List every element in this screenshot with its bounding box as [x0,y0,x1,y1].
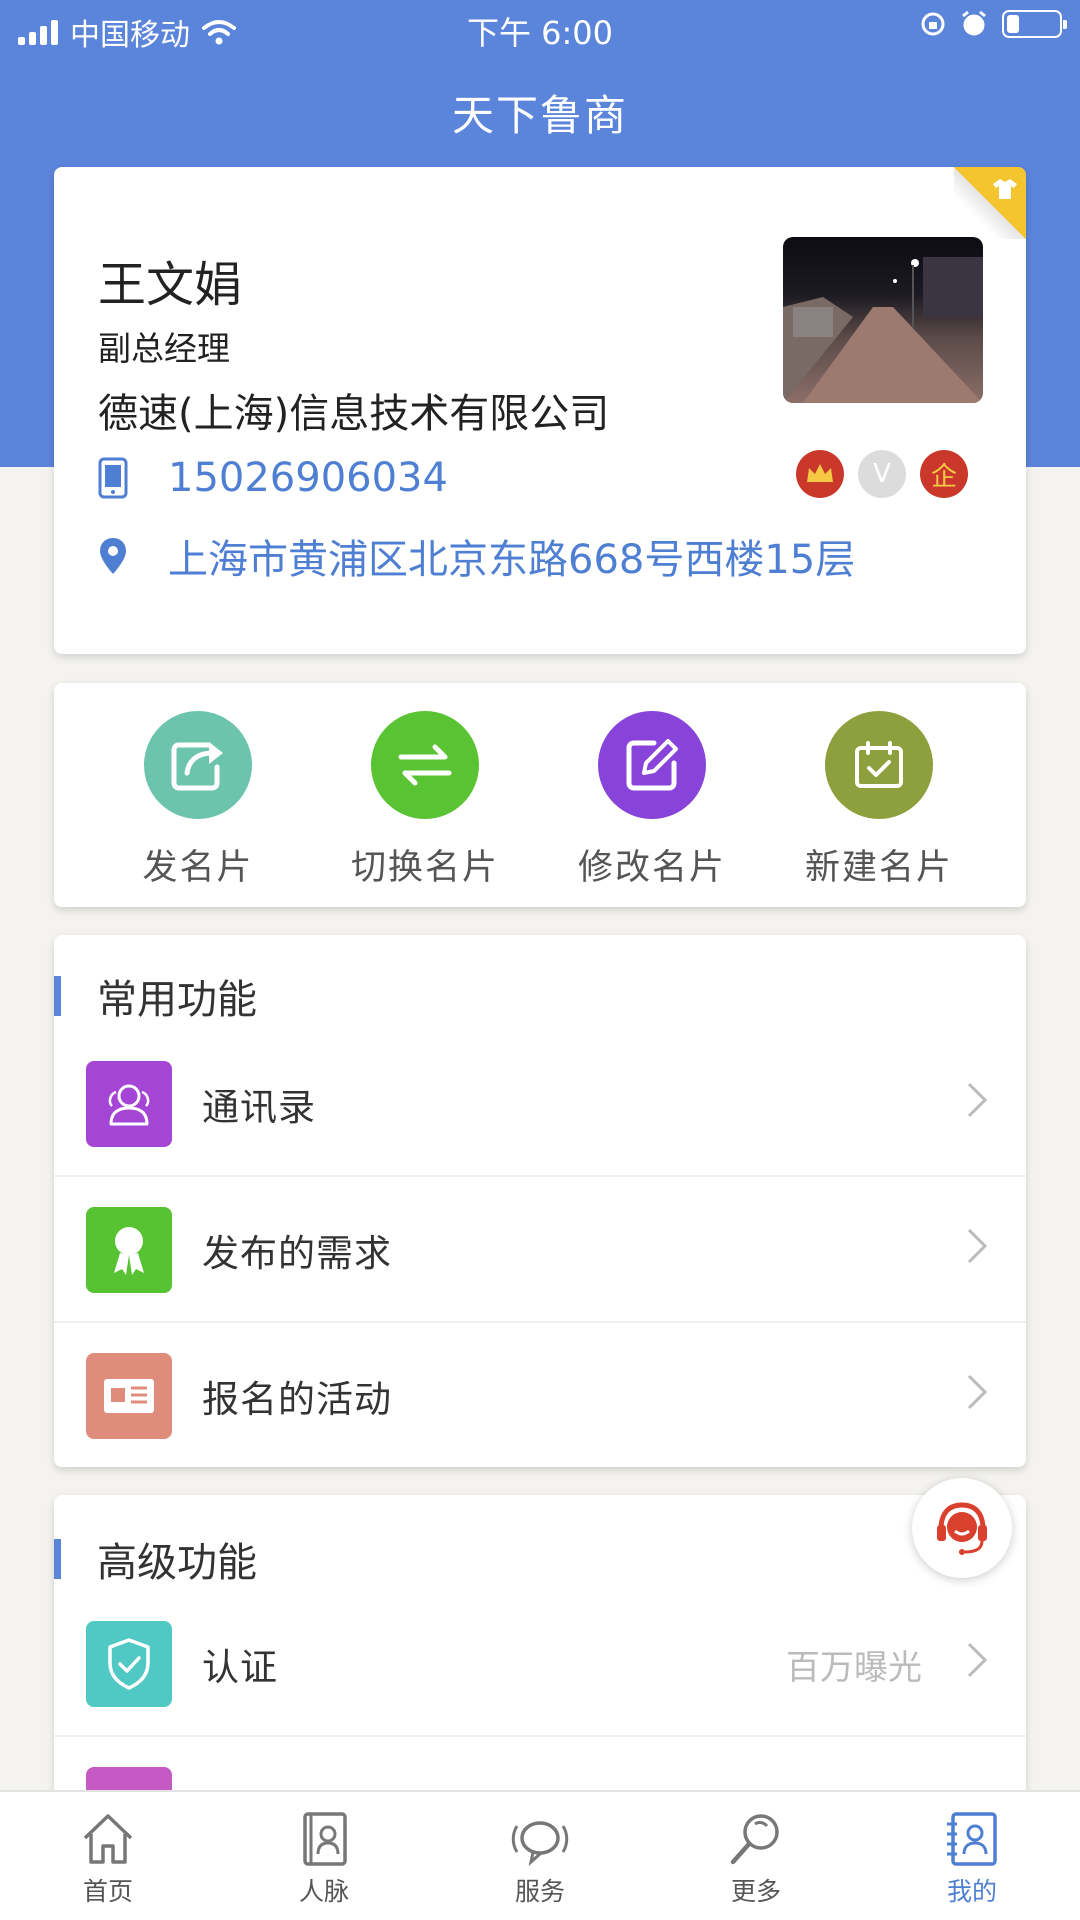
chevron-right-icon [967,1082,988,1118]
chevron-right-icon [967,1228,988,1264]
profile-name: 王文娟 [98,257,243,313]
edit-card-button[interactable]: 修改名片 [562,711,742,890]
send-card-button[interactable]: 发名片 [108,711,288,890]
enterprise-badge: 企 [920,450,968,498]
chevron-right-icon [967,1374,988,1410]
switch-card-label: 切换名片 [350,848,499,888]
profile-position: 副总经理 [98,329,230,368]
published-needs-label: 发布的需求 [202,1232,392,1275]
phone-number[interactable]: 15026906034 [168,455,448,501]
switch-card-button[interactable]: 切换名片 [335,711,515,890]
alarm-icon [962,10,986,36]
address-text[interactable]: 上海市黄浦区北京东路668号西楼15层 [168,527,855,585]
phone-row[interactable]: 15026906034 [98,455,448,501]
ribbon-icon [86,1207,172,1293]
avatar[interactable] [783,237,983,403]
edit-card-label: 修改名片 [577,848,726,888]
section-header: 常用功能 [54,971,257,1023]
tab-home[interactable]: 首页 [48,1810,168,1908]
tab-home-label: 首页 [82,1877,133,1906]
verified-v-badge: V [858,450,906,498]
send-card-label: 发名片 [142,848,254,888]
id-card-icon [86,1353,172,1439]
published-needs-list-item[interactable]: 发布的需求 [54,1177,1026,1323]
section-accent-bar [54,1539,61,1579]
registered-events-label: 报名的活动 [202,1378,392,1421]
search-icon [730,1814,779,1865]
chevron-right-icon [967,1642,988,1678]
tab-services[interactable]: 服务 [480,1810,600,1908]
card-actions: 发名片 切换名片 修改名片 新建名片 [54,683,1026,907]
status-bar: 中国移动 下午 6:00 [0,0,1080,56]
shield-check-icon [86,1621,172,1707]
tab-more[interactable]: 更多 [696,1810,816,1908]
battery-icon [1002,10,1067,38]
tab-mine[interactable]: 我的 [912,1810,1032,1908]
share-icon [144,711,252,819]
customer-service-button[interactable] [912,1478,1012,1578]
bottom-tab-bar: 首页 人脉 服务 更多 我的 [0,1790,1080,1920]
profile-card-icon [947,1812,997,1866]
rotation-lock-icon [921,12,945,36]
tab-contacts-label: 人脉 [298,1877,349,1906]
tab-contacts[interactable]: 人脉 [264,1810,384,1908]
registered-events-list-item[interactable]: 报名的活动 [54,1323,1026,1469]
contacts-label: 通讯录 [202,1086,316,1129]
v-badge-text: V [873,459,891,489]
common-functions-section: 常用功能 通讯录 发布的需求 报名的活动 [54,935,1026,1467]
home-icon [83,1814,133,1864]
mobile-phone-icon [98,457,128,499]
certification-promo-text: 百万曝光 [786,1647,922,1688]
crown-icon [796,450,844,498]
badge-group: V 企 [796,450,968,498]
tab-services-label: 服务 [514,1877,565,1906]
location-pin-icon [100,538,126,574]
edit-icon [598,711,706,819]
shirt-corner-icon[interactable] [954,167,1026,239]
page-title: 天下鲁商 [451,91,628,140]
profile-company: 德速(上海)信息技术有限公司 [98,391,610,437]
headset-icon [937,1502,987,1555]
section-header: 高级功能 [54,1534,257,1586]
new-card-button[interactable]: 新建名片 [789,711,969,890]
certification-list-item[interactable]: 认证 百万曝光 [54,1591,1026,1737]
section-accent-bar [54,976,61,1016]
advanced-functions-title: 高级功能 [97,1540,257,1586]
new-card-label: 新建名片 [804,848,953,888]
tab-more-label: 更多 [730,1877,781,1906]
enterprise-badge-text: 企 [930,461,957,492]
certification-label: 认证 [202,1646,278,1689]
contacts-list-item[interactable]: 通讯录 [54,1031,1026,1177]
common-functions-title: 常用功能 [97,977,257,1023]
speech-bubble-icon [511,1821,569,1867]
calendar-check-icon [825,711,933,819]
switch-arrows-icon [371,711,479,819]
contacts-icon [86,1061,172,1147]
tab-mine-label: 我的 [946,1877,997,1906]
contacts-book-icon [303,1812,347,1866]
clock: 下午 6:00 [466,14,614,52]
business-card[interactable]: 王文娟 副总经理 德速(上海)信息技术有限公司 15026906034 上海市黄… [54,167,1026,654]
address-row[interactable]: 上海市黄浦区北京东路668号西楼15层 [98,527,855,585]
